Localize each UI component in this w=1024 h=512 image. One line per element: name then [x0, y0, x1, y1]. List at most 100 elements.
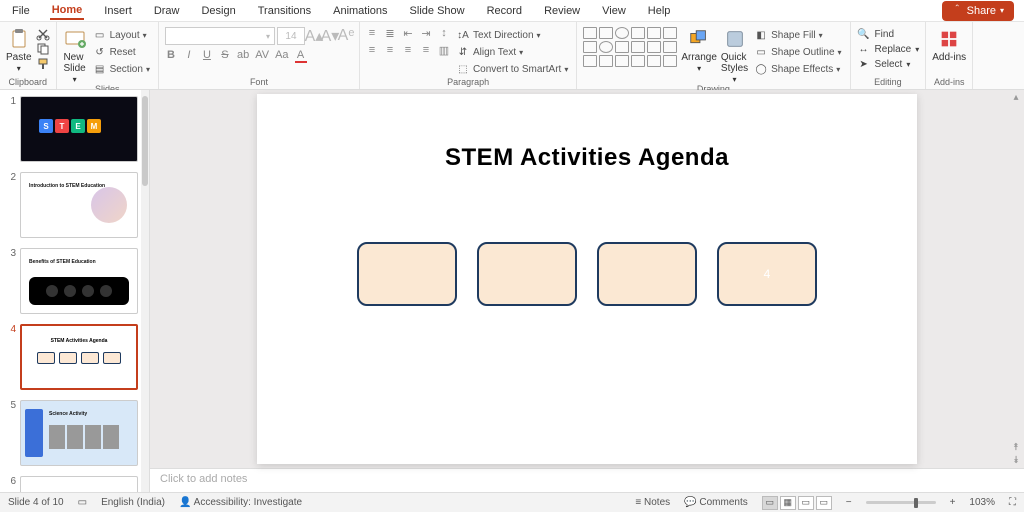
thumbnail-3[interactable]: 3 Benefits of STEM Education: [6, 248, 145, 314]
indent-increase-icon[interactable]: ⇥: [420, 27, 432, 40]
group-editing: 🔍Find ↔Replace▾ ➤Select▾ Editing: [851, 22, 927, 89]
convert-smartart-button[interactable]: ⬚Convert to SmartArt▾: [454, 61, 570, 77]
copy-icon[interactable]: [36, 42, 50, 56]
text-direction-button[interactable]: ↕AText Direction▾: [454, 27, 570, 43]
italic-button[interactable]: I: [183, 49, 195, 63]
slide-title[interactable]: STEM Activities Agenda: [257, 144, 917, 172]
change-case-button[interactable]: Aa: [275, 49, 288, 63]
font-size-select[interactable]: 14: [277, 27, 305, 45]
new-slide-button[interactable]: New Slide ▾: [63, 27, 87, 84]
slideshow-view-icon[interactable]: ▭: [816, 496, 832, 510]
section-button[interactable]: ▤Section▾: [91, 61, 152, 77]
normal-view-icon[interactable]: ▭: [762, 496, 778, 510]
thumbnail-scrollbar[interactable]: [141, 90, 149, 492]
bullets-icon[interactable]: ≡: [366, 27, 378, 40]
strike-button[interactable]: S: [219, 49, 231, 63]
increase-font-icon[interactable]: A▴: [307, 29, 321, 43]
align-right-icon[interactable]: ≡: [402, 44, 414, 57]
format-painter-icon[interactable]: [36, 57, 50, 71]
cursor-icon: ➤: [857, 57, 871, 71]
align-left-icon[interactable]: ≡: [366, 44, 378, 57]
reading-view-icon[interactable]: ▭: [798, 496, 814, 510]
cut-icon[interactable]: [36, 27, 50, 41]
menu-record[interactable]: Record: [485, 3, 524, 19]
accessibility-label[interactable]: 👤 Accessibility: Investigate: [179, 497, 302, 508]
canvas-scrollbar[interactable]: ▴ ⯭ ⯯: [1010, 92, 1022, 466]
menu-transitions[interactable]: Transitions: [256, 3, 313, 19]
underline-button[interactable]: U: [201, 49, 213, 63]
paste-button[interactable]: Paste ▾: [6, 27, 32, 73]
reset-button[interactable]: ↺Reset: [91, 44, 152, 60]
arrange-button[interactable]: Arrange▾: [681, 27, 717, 73]
shape-effects-button[interactable]: ◯Shape Effects▾: [752, 61, 843, 77]
menu-review[interactable]: Review: [542, 3, 582, 19]
columns-icon[interactable]: ▥: [438, 44, 450, 57]
zoom-out-button[interactable]: −: [846, 497, 852, 508]
agenda-box-4[interactable]: 4: [717, 242, 817, 306]
justify-icon[interactable]: ≡: [420, 44, 432, 57]
effects-icon: ◯: [754, 62, 768, 76]
thumbnail-6[interactable]: 6 Technology Activity: [6, 476, 145, 492]
thumbnail-1[interactable]: 1 S T E M: [6, 96, 145, 162]
thumbnail-5[interactable]: 5 Science Activity: [6, 400, 145, 466]
thumbnail-2[interactable]: 2 Introduction to STEM Education: [6, 172, 145, 238]
menu-home[interactable]: Home: [50, 2, 85, 20]
align-center-icon[interactable]: ≡: [384, 44, 396, 57]
menu-animations[interactable]: Animations: [331, 3, 389, 19]
group-label: Add-ins: [932, 77, 966, 88]
shape-outline-button[interactable]: ▭Shape Outline▾: [752, 44, 843, 60]
group-label: Clipboard: [6, 77, 50, 88]
char-spacing-button[interactable]: AV: [255, 49, 269, 63]
share-button[interactable]: ＾ Share ▾: [942, 1, 1014, 21]
fit-to-window-icon[interactable]: ⛶: [1009, 497, 1016, 508]
spellcheck-icon[interactable]: ▭: [78, 497, 87, 508]
menu-draw[interactable]: Draw: [152, 3, 182, 19]
outline-icon: ▭: [754, 45, 768, 59]
shadow-button[interactable]: ab: [237, 49, 249, 63]
slide: STEM Activities Agenda 4: [257, 94, 917, 464]
line-spacing-icon[interactable]: ↕: [438, 27, 450, 40]
shape-gallery[interactable]: [583, 27, 677, 67]
menu-help[interactable]: Help: [646, 3, 673, 19]
thumbnail-4[interactable]: 4 STEM Activities Agenda: [6, 324, 145, 390]
scroll-up-icon[interactable]: ▴: [1013, 92, 1018, 103]
addins-button[interactable]: Add-ins: [932, 27, 966, 63]
menu-design[interactable]: Design: [199, 3, 237, 19]
search-icon: 🔍: [857, 27, 871, 41]
font-name-select[interactable]: ▾: [165, 27, 275, 45]
menu-insert[interactable]: Insert: [102, 3, 134, 19]
prev-slide-icon[interactable]: ⯭: [1013, 442, 1019, 453]
numbering-icon[interactable]: ≣: [384, 27, 396, 40]
notes-toggle[interactable]: ≡ Notes: [635, 497, 670, 508]
layout-button[interactable]: ▭Layout▾: [91, 27, 152, 43]
bold-button[interactable]: B: [165, 49, 177, 63]
next-slide-icon[interactable]: ⯯: [1013, 455, 1019, 466]
comments-toggle[interactable]: 💬 Comments: [684, 497, 748, 508]
menu-file[interactable]: File: [10, 3, 32, 19]
quick-styles-button[interactable]: Quick Styles▾: [721, 27, 748, 84]
slide-canvas[interactable]: STEM Activities Agenda 4 ▴ ⯭ ⯯: [150, 90, 1024, 468]
indent-decrease-icon[interactable]: ⇤: [402, 27, 414, 40]
language-label[interactable]: English (India): [101, 497, 165, 508]
find-button[interactable]: 🔍Find: [857, 27, 920, 41]
agenda-box-2[interactable]: [477, 242, 577, 306]
shape-fill-button[interactable]: ◧Shape Fill▾: [752, 27, 843, 43]
arrange-icon: [687, 27, 711, 51]
notes-pane[interactable]: Click to add notes: [150, 468, 1024, 492]
align-text-button[interactable]: ⇵Align Text▾: [454, 44, 570, 60]
agenda-box-3[interactable]: [597, 242, 697, 306]
decrease-font-icon[interactable]: A▾: [323, 29, 337, 43]
smartart-icon: ⬚: [456, 62, 470, 76]
agenda-box-1[interactable]: [357, 242, 457, 306]
zoom-in-button[interactable]: +: [950, 497, 956, 508]
zoom-slider[interactable]: [866, 501, 936, 504]
font-color-button[interactable]: A: [295, 49, 307, 63]
sorter-view-icon[interactable]: ▦: [780, 496, 796, 510]
menu-view[interactable]: View: [600, 3, 628, 19]
menu-slideshow[interactable]: Slide Show: [408, 3, 467, 19]
replace-button[interactable]: ↔Replace▾: [857, 42, 920, 56]
zoom-level[interactable]: 103%: [969, 497, 995, 508]
group-addins: Add-ins Add-ins: [926, 22, 973, 89]
select-button[interactable]: ➤Select▾: [857, 57, 920, 71]
clear-formatting-icon[interactable]: Aᵉ: [339, 29, 353, 43]
